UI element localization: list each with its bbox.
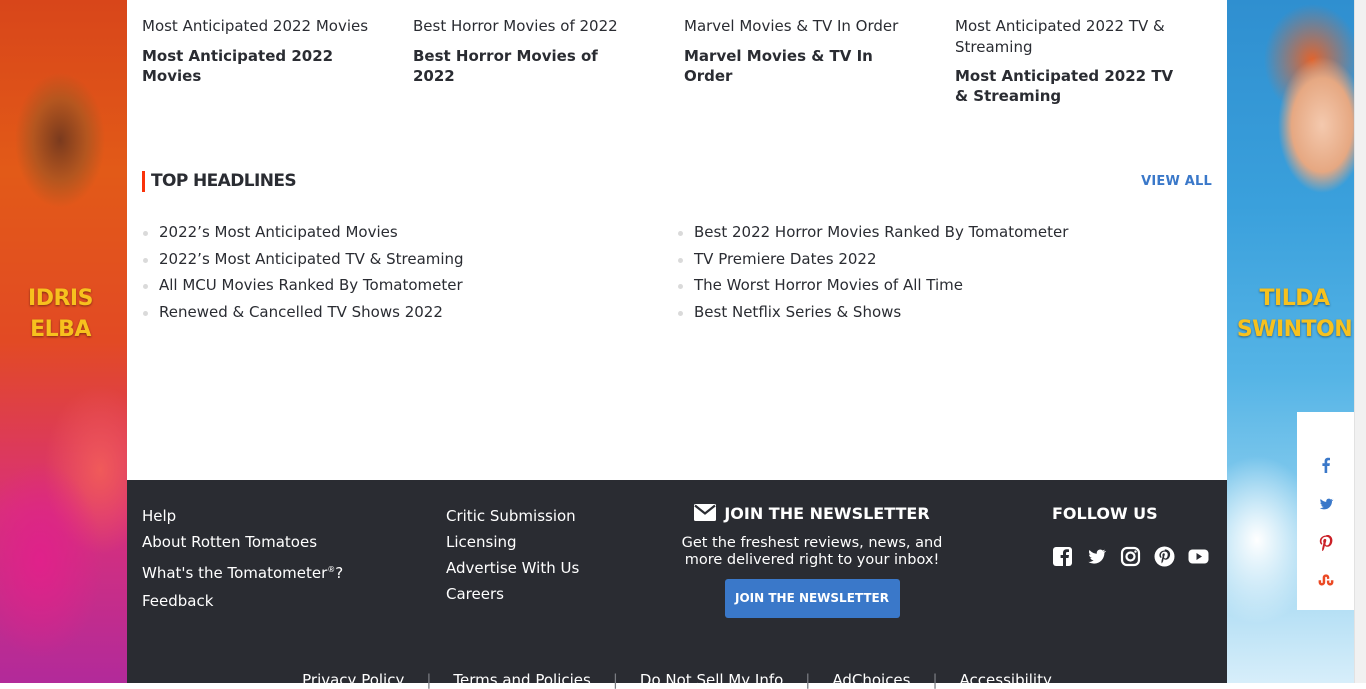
right-ad-last-name: SWINTON <box>1236 317 1353 342</box>
newsletter-block: JOIN THE NEWSLETTER Get the freshest rev… <box>679 500 945 618</box>
accessibility-link[interactable]: Accessibility <box>960 671 1052 689</box>
footer-link-tomatometer[interactable]: What's the Tomatometer®? <box>142 555 343 588</box>
left-ad-last-name: ELBA <box>30 317 91 342</box>
footer-link-feedback[interactable]: Feedback <box>142 588 343 614</box>
facebook-icon[interactable] <box>1052 546 1073 567</box>
footer-links-col-1: Help About Rotten Tomatoes What's the To… <box>142 503 343 614</box>
social-icons <box>1052 546 1209 567</box>
pinterest-icon[interactable] <box>1154 546 1175 567</box>
guide-link[interactable]: Most Anticipated 2022 Movies <box>142 16 372 37</box>
guide-link[interactable]: Best Horror Movies of 2022 <box>413 16 643 37</box>
separator: | <box>805 671 811 689</box>
section-title: Top Headlines <box>151 171 297 191</box>
headlines-list-left: 2022’s Most Anticipated Movies 2022’s Mo… <box>142 219 464 326</box>
section-accent-bar <box>142 171 145 192</box>
footer-link-help[interactable]: Help <box>142 503 343 529</box>
headlines-list-right: Best 2022 Horror Movies Ranked By Tomato… <box>677 219 1068 326</box>
main-content: Most Anticipated 2022 Movies Most Antici… <box>127 0 1227 689</box>
separator: | <box>932 671 938 689</box>
pinterest-icon[interactable] <box>1318 534 1334 552</box>
terms-and-policies-link[interactable]: Terms and Policies <box>453 671 590 689</box>
headline-item[interactable]: All MCU Movies Ranked By Tomatometer <box>142 272 464 299</box>
page-scrollbar[interactable] <box>1354 0 1366 683</box>
left-ad-first-name: IDRIS <box>28 286 93 311</box>
headline-item[interactable]: Best Netflix Series & Shows <box>677 299 1068 326</box>
headline-item[interactable]: 2022’s Most Anticipated Movies <box>142 219 464 246</box>
tomatometer-suffix: ? <box>335 564 344 582</box>
headline-item[interactable]: TV Premiere Dates 2022 <box>677 246 1068 273</box>
footer: Help About Rotten Tomatoes What's the To… <box>127 480 1227 689</box>
youtube-icon[interactable] <box>1188 546 1209 567</box>
footer-link-licensing[interactable]: Licensing <box>446 529 579 555</box>
join-newsletter-button[interactable]: JOIN THE NEWSLETTER <box>724 579 900 618</box>
guide-link[interactable]: Most Anticipated 2022 TV & Streaming <box>955 16 1180 57</box>
privacy-policy-link[interactable]: Privacy Policy <box>302 671 404 689</box>
twitter-icon[interactable] <box>1318 496 1334 512</box>
left-ad-panel[interactable]: IDRIS ELBA <box>0 0 127 683</box>
headline-item[interactable]: The Worst Horror Movies of All Time <box>677 272 1068 299</box>
newsletter-text: Get the freshest reviews, news, and more… <box>681 535 943 568</box>
follow-us-block: FOLLOW US <box>1052 500 1209 567</box>
footer-link-careers[interactable]: Careers <box>446 581 579 607</box>
guide-title[interactable]: Most Anticipated 2022 Movies <box>142 46 372 86</box>
guide-title[interactable]: Marvel Movies & TV In Order <box>684 46 914 86</box>
footer-links-col-2: Critic Submission Licensing Advertise Wi… <box>446 503 579 607</box>
separator: | <box>612 671 618 689</box>
right-ad-first-name: TILDA <box>1259 286 1331 311</box>
tomatometer-label: What's the Tomatometer <box>142 564 328 582</box>
follow-us-heading: FOLLOW US <box>1052 504 1158 523</box>
adchoices-link[interactable]: AdChoices <box>832 671 910 689</box>
stumbleupon-icon[interactable] <box>1318 572 1334 588</box>
newsletter-heading-text: JOIN THE NEWSLETTER <box>724 504 930 523</box>
guide-title[interactable]: Best Horror Movies of 2022 <box>413 46 643 86</box>
guide-title[interactable]: Most Anticipated 2022 TV & Streaming <box>955 66 1180 106</box>
footer-link-critic-submission[interactable]: Critic Submission <box>446 503 579 529</box>
do-not-sell-link[interactable]: Do Not Sell My Info <box>640 671 783 689</box>
right-ad-name: TILDA SWINTON <box>1231 283 1354 345</box>
headline-item[interactable]: 2022’s Most Anticipated TV & Streaming <box>142 246 464 273</box>
facebook-icon[interactable] <box>1318 457 1334 473</box>
separator: | <box>426 671 432 689</box>
share-bar <box>1297 412 1354 610</box>
legal-links: Privacy Policy | Terms and Policies | Do Not… <box>127 671 1227 689</box>
twitter-icon[interactable] <box>1086 546 1107 567</box>
top-headlines-header: Top Headlines VIEW ALL <box>142 169 1212 193</box>
envelope-icon <box>694 504 717 521</box>
left-ad-name: IDRIS ELBA <box>0 283 124 345</box>
footer-link-about[interactable]: About Rotten Tomatoes <box>142 529 343 555</box>
view-all-link[interactable]: VIEW ALL <box>1141 174 1212 189</box>
guide-card[interactable]: Best Horror Movies of 2022 Best Horror M… <box>413 16 643 86</box>
guide-card[interactable]: Most Anticipated 2022 TV & Streaming Mos… <box>955 16 1180 106</box>
guide-link[interactable]: Marvel Movies & TV In Order <box>684 16 914 37</box>
guide-card[interactable]: Most Anticipated 2022 Movies Most Antici… <box>142 16 372 86</box>
footer-link-advertise[interactable]: Advertise With Us <box>446 555 579 581</box>
instagram-icon[interactable] <box>1120 546 1141 567</box>
guide-card[interactable]: Marvel Movies & TV In Order Marvel Movie… <box>684 16 914 86</box>
newsletter-heading: JOIN THE NEWSLETTER <box>679 500 945 526</box>
headline-item[interactable]: Best 2022 Horror Movies Ranked By Tomato… <box>677 219 1068 246</box>
headline-item[interactable]: Renewed & Cancelled TV Shows 2022 <box>142 299 464 326</box>
